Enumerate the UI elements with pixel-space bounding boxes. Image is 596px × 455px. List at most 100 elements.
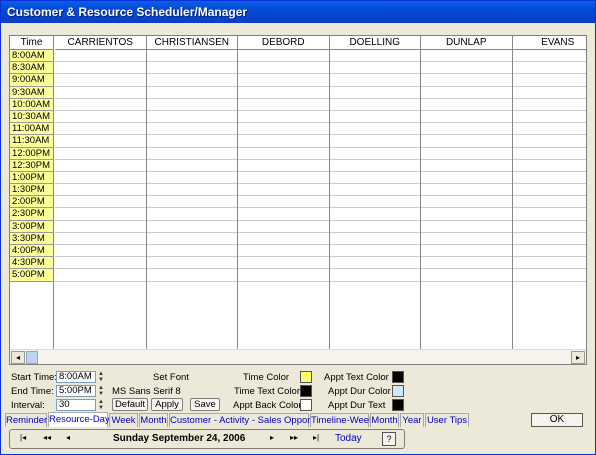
appointment-slot[interactable] bbox=[421, 135, 512, 148]
appointment-slot[interactable] bbox=[146, 221, 237, 233]
appointment-slot[interactable] bbox=[329, 221, 420, 233]
appointment-slot[interactable] bbox=[238, 208, 329, 221]
appointment-slot[interactable] bbox=[146, 269, 237, 282]
appointment-slot[interactable] bbox=[512, 233, 586, 245]
appointment-slot[interactable] bbox=[238, 87, 329, 99]
tab-customer-activity[interactable]: Customer - Activity - Sales Opportunity bbox=[169, 413, 333, 427]
appointment-slot[interactable] bbox=[512, 135, 586, 148]
appointment-slot[interactable] bbox=[238, 148, 329, 160]
appointment-slot[interactable] bbox=[55, 269, 146, 282]
appointment-slot[interactable] bbox=[55, 123, 146, 136]
appointment-slot[interactable] bbox=[146, 135, 237, 148]
appointment-slot[interactable] bbox=[329, 87, 420, 99]
appointment-slot[interactable] bbox=[512, 74, 586, 87]
appointment-slot[interactable] bbox=[329, 172, 420, 185]
appt-text-color-swatch[interactable] bbox=[392, 371, 404, 383]
appointment-slot[interactable] bbox=[512, 50, 586, 63]
appointment-slot[interactable] bbox=[421, 148, 512, 160]
appt-dur-color-swatch[interactable] bbox=[392, 385, 404, 397]
appointment-slot[interactable] bbox=[146, 184, 237, 197]
appointment-slot[interactable] bbox=[329, 269, 420, 282]
appointment-slot[interactable] bbox=[329, 233, 420, 245]
appointment-slot[interactable] bbox=[421, 62, 512, 75]
appointment-slot[interactable] bbox=[238, 160, 329, 172]
appointment-slot[interactable] bbox=[238, 233, 329, 245]
scroll-right-button[interactable]: ▸ bbox=[571, 351, 585, 364]
help-button[interactable]: ? bbox=[382, 432, 396, 446]
interval-field[interactable]: 30 bbox=[56, 399, 96, 411]
appointment-slot[interactable] bbox=[421, 123, 512, 136]
appointment-slot[interactable] bbox=[329, 184, 420, 197]
appointment-slot[interactable] bbox=[238, 99, 329, 111]
appointment-slot[interactable] bbox=[55, 233, 146, 245]
appointment-slot[interactable] bbox=[146, 233, 237, 245]
end-time-field[interactable]: 5:00PM bbox=[56, 385, 96, 397]
appointment-slot[interactable] bbox=[238, 196, 329, 209]
tab-resource-day[interactable]: Resource-Day bbox=[48, 412, 110, 427]
appointment-slot[interactable] bbox=[421, 184, 512, 197]
tab-year[interactable]: Year bbox=[400, 413, 424, 427]
appointment-slot[interactable] bbox=[238, 245, 329, 258]
appointment-slot[interactable] bbox=[512, 257, 586, 270]
appointment-slot[interactable] bbox=[55, 148, 146, 160]
appointment-slot[interactable] bbox=[146, 208, 237, 221]
resource-header[interactable]: DOELLING bbox=[329, 36, 420, 50]
appointment-slot[interactable] bbox=[55, 87, 146, 99]
appointment-slot[interactable] bbox=[55, 62, 146, 75]
appointment-slot[interactable] bbox=[329, 62, 420, 75]
tab-reminder[interactable]: Reminder bbox=[5, 413, 47, 427]
appointment-slot[interactable] bbox=[329, 111, 420, 124]
next-icon[interactable]: ▸ bbox=[270, 433, 274, 442]
scroll-thumb[interactable] bbox=[26, 351, 38, 364]
tab-timeline-month[interactable]: Month bbox=[370, 413, 399, 427]
resource-header[interactable]: DEBORD bbox=[238, 36, 329, 50]
appointment-slot[interactable] bbox=[146, 172, 237, 185]
appointment-slot[interactable] bbox=[512, 184, 586, 197]
appointment-slot[interactable] bbox=[329, 148, 420, 160]
appointment-slot[interactable] bbox=[421, 257, 512, 270]
appointment-slot[interactable] bbox=[146, 62, 237, 75]
appointment-slot[interactable] bbox=[55, 135, 146, 148]
appointment-slot[interactable] bbox=[421, 160, 512, 172]
appointment-slot[interactable] bbox=[421, 233, 512, 245]
apply-button[interactable]: Apply bbox=[151, 398, 183, 411]
appointment-slot[interactable] bbox=[146, 257, 237, 270]
appointment-slot[interactable] bbox=[55, 111, 146, 124]
appointment-slot[interactable] bbox=[238, 62, 329, 75]
end-time-spinner[interactable]: ▲ ▼ bbox=[97, 385, 105, 397]
appointment-slot[interactable] bbox=[329, 208, 420, 221]
appointment-slot[interactable] bbox=[512, 99, 586, 111]
set-font-link[interactable]: Set Font bbox=[153, 372, 189, 383]
interval-spinner[interactable]: ▲ ▼ bbox=[97, 399, 105, 411]
appointment-slot[interactable] bbox=[146, 99, 237, 111]
appointment-slot[interactable] bbox=[512, 269, 586, 282]
first-icon[interactable]: |◂ bbox=[20, 433, 26, 442]
ok-button[interactable]: OK bbox=[531, 413, 583, 427]
scroll-left-button[interactable]: ◂ bbox=[11, 351, 25, 364]
appointment-slot[interactable] bbox=[146, 87, 237, 99]
tab-timeline-week[interactable]: Timeline-Week bbox=[310, 413, 374, 427]
appointment-slot[interactable] bbox=[421, 111, 512, 124]
appointment-slot[interactable] bbox=[512, 111, 586, 124]
tab-month[interactable]: Month bbox=[139, 413, 168, 427]
horizontal-scrollbar[interactable]: ◂ ▸ bbox=[10, 349, 586, 364]
appointment-slot[interactable] bbox=[421, 221, 512, 233]
appt-back-color-swatch[interactable] bbox=[300, 399, 312, 411]
appointment-slot[interactable] bbox=[55, 99, 146, 111]
appointment-slot[interactable] bbox=[329, 245, 420, 258]
time-color-swatch[interactable] bbox=[300, 371, 312, 383]
appointment-slot[interactable] bbox=[329, 74, 420, 87]
appointment-slot[interactable] bbox=[146, 245, 237, 258]
appointment-slot[interactable] bbox=[55, 184, 146, 197]
appointment-slot[interactable] bbox=[329, 257, 420, 270]
save-button[interactable]: Save bbox=[190, 398, 220, 411]
appointment-slot[interactable] bbox=[55, 208, 146, 221]
appointment-slot[interactable] bbox=[329, 135, 420, 148]
start-time-spinner[interactable]: ▲ ▼ bbox=[97, 371, 105, 383]
appointment-slot[interactable] bbox=[55, 257, 146, 270]
appt-dur-text-swatch[interactable] bbox=[392, 399, 404, 411]
appointment-slot[interactable] bbox=[329, 196, 420, 209]
appointment-slot[interactable] bbox=[512, 87, 586, 99]
appointment-slot[interactable] bbox=[55, 196, 146, 209]
appointment-slot[interactable] bbox=[146, 160, 237, 172]
